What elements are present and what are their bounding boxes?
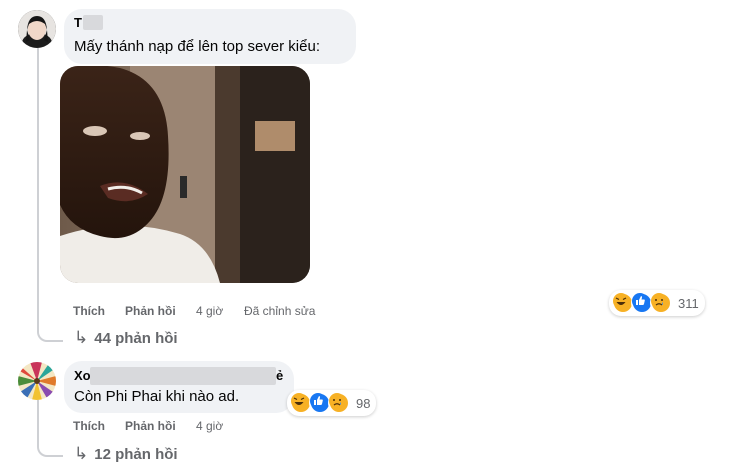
reaction-count: 98 <box>356 395 371 411</box>
comment-time[interactable]: 4 giờ <box>196 304 223 318</box>
reply-arrow-icon: ↳ <box>74 328 89 347</box>
thread-curve-2 <box>37 434 63 457</box>
redacted-name <box>83 15 103 30</box>
comment-photo[interactable] <box>60 66 310 283</box>
comment-bubble: Xo ẻ Còn Phi Phai khi nào ad. <box>64 361 294 413</box>
reply-button[interactable]: Phản hồi <box>125 304 176 318</box>
thread-curve <box>37 318 63 342</box>
comment-bubble: T Mấy thánh nạp để lên top sever kiểu: <box>64 9 356 64</box>
comment-text: Mấy thánh nạp để lên top sever kiểu: <box>74 38 320 55</box>
like-button[interactable]: Thích <box>73 304 105 318</box>
comment-author-end: ẻ <box>276 368 284 383</box>
sad-reaction-icon <box>328 392 350 414</box>
edited-label: Đã chỉnh sửa <box>244 304 316 318</box>
thread-line <box>37 44 39 324</box>
comment-author[interactable]: T <box>74 15 82 30</box>
view-replies-link[interactable]: ↳ 12 phản hồi <box>74 444 178 464</box>
avatar[interactable] <box>18 362 56 400</box>
comment-time[interactable]: 4 giờ <box>196 419 223 433</box>
avatar[interactable] <box>18 10 56 48</box>
sad-reaction-icon <box>650 292 672 314</box>
reaction-summary[interactable]: 311 <box>609 290 705 316</box>
reaction-summary[interactable]: 98 <box>287 390 377 416</box>
replies-count-label: 44 phản hồi <box>94 329 178 347</box>
reply-button[interactable]: Phản hồi <box>125 419 176 433</box>
replies-count-label: 12 phản hồi <box>94 445 178 463</box>
comment-text: Còn Phi Phai khi nào ad. <box>74 388 240 405</box>
reply-arrow-icon: ↳ <box>74 444 89 463</box>
comment-author[interactable]: Xo <box>74 368 91 383</box>
redacted-name <box>90 367 276 385</box>
reaction-count: 311 <box>678 295 699 311</box>
like-button[interactable]: Thích <box>73 419 105 433</box>
view-replies-link[interactable]: ↳ 44 phản hồi <box>74 328 178 348</box>
